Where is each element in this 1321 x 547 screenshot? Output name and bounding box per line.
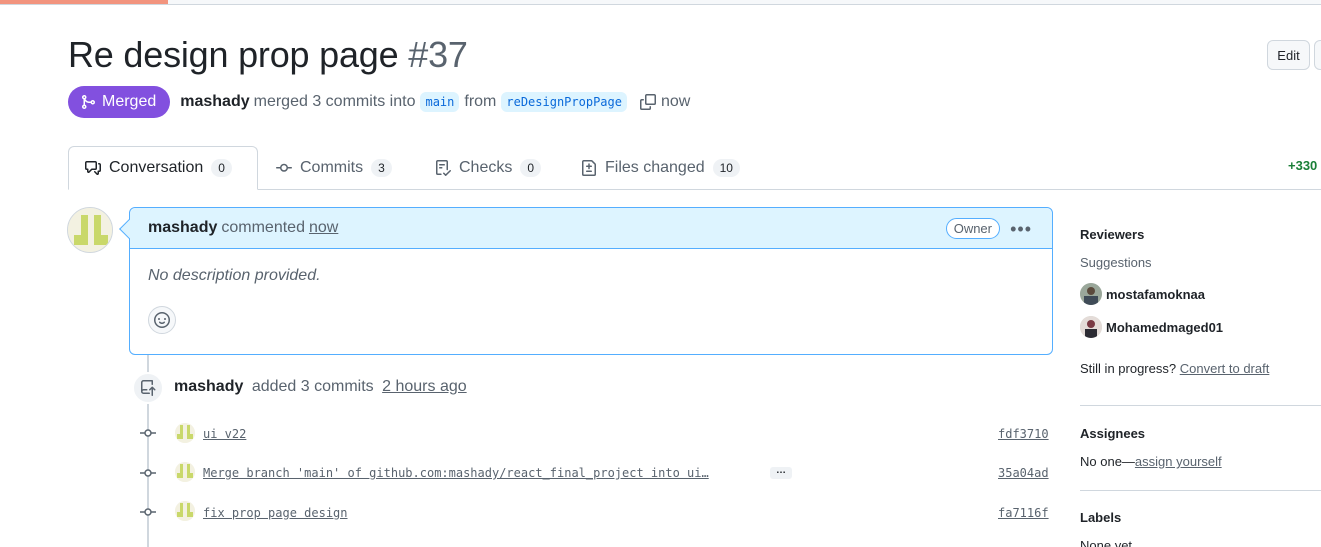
commit-message-link[interactable]: Merge branch 'main' of github.com:mashad… bbox=[203, 466, 759, 480]
tab-files-changed-count: 10 bbox=[712, 159, 740, 177]
comment-options-icon[interactable]: ••• bbox=[1010, 219, 1032, 240]
commit-sha-link[interactable]: fdf3710 bbox=[998, 427, 1049, 441]
event-action: added 3 commits bbox=[251, 378, 374, 395]
pr-author-link[interactable]: mashady bbox=[180, 93, 249, 111]
reviewers-heading[interactable]: Reviewers bbox=[1080, 227, 1144, 242]
commit-message-link[interactable]: fix prop page design bbox=[203, 506, 348, 520]
reviewer-name[interactable]: Mohamedmaged01 bbox=[1106, 320, 1223, 335]
commit-author-avatar[interactable] bbox=[175, 501, 195, 521]
suggestions-label: Suggestions bbox=[1080, 255, 1152, 270]
merge-description: merged 3 commits into bbox=[253, 93, 416, 110]
commit-sha-link[interactable]: fa7116f bbox=[998, 506, 1049, 520]
file-diff-icon bbox=[582, 160, 596, 176]
tab-commits[interactable]: Commits 3 bbox=[260, 146, 408, 190]
tab-checks-label: Checks bbox=[459, 159, 513, 176]
git-merge-icon bbox=[82, 95, 96, 109]
assignees-none: No one— bbox=[1080, 454, 1135, 469]
from-text: from bbox=[464, 93, 497, 110]
git-commit-icon bbox=[140, 469, 156, 477]
labels-value: None yet bbox=[1080, 538, 1133, 547]
convert-to-draft-link[interactable]: Convert to draft bbox=[1180, 361, 1270, 376]
suggested-reviewer: Mohamedmaged01 bbox=[1080, 316, 1223, 338]
expand-commit-message-button[interactable]: … bbox=[770, 466, 792, 479]
diffstat-added: +330 bbox=[1288, 158, 1318, 173]
sidebar-divider bbox=[1080, 490, 1321, 491]
progress-fill bbox=[0, 0, 168, 4]
commit-author-avatar[interactable] bbox=[175, 423, 195, 443]
commit-message-link[interactable]: ui v22 bbox=[203, 427, 246, 441]
tab-files-changed[interactable]: Files changed 10 bbox=[565, 146, 756, 190]
copy-icon[interactable] bbox=[639, 94, 656, 110]
edit-title-button[interactable]: Edit bbox=[1267, 40, 1310, 70]
sidebar-divider bbox=[1080, 405, 1321, 406]
commit-sha-link[interactable]: 35a04ad bbox=[998, 466, 1049, 480]
tab-checks-count: 0 bbox=[520, 159, 542, 177]
repo-push-icon bbox=[132, 372, 164, 404]
labels-heading[interactable]: Labels bbox=[1080, 510, 1121, 525]
checklist-icon bbox=[436, 160, 451, 176]
git-commit-icon bbox=[276, 163, 292, 172]
smiley-icon bbox=[154, 312, 170, 328]
pr-number: #37 bbox=[408, 34, 468, 75]
comment-author-avatar[interactable] bbox=[67, 207, 113, 253]
head-branch[interactable]: reDesignPropPage bbox=[501, 92, 627, 112]
top-progress-strip bbox=[0, 0, 1321, 5]
comment-time-link[interactable]: now bbox=[309, 219, 338, 237]
tab-commits-count: 3 bbox=[371, 159, 392, 177]
comment-header: mashady commented now Owner ••• bbox=[130, 208, 1052, 249]
reviewer-avatar bbox=[1080, 283, 1102, 305]
comment-body: No description provided. bbox=[148, 267, 321, 284]
git-commit-icon bbox=[140, 429, 156, 437]
commit-author-avatar[interactable] bbox=[175, 462, 195, 482]
merged-state-label: Merged bbox=[102, 93, 157, 110]
base-branch[interactable]: main bbox=[420, 92, 460, 112]
comment-card: mashady commented now Owner ••• No descr… bbox=[119, 207, 1053, 355]
event-time-link[interactable]: 2 hours ago bbox=[382, 378, 467, 395]
add-reaction-button[interactable] bbox=[148, 306, 176, 334]
merge-time: now bbox=[660, 93, 691, 110]
reviewer-avatar bbox=[1080, 316, 1102, 338]
git-commit-icon bbox=[140, 508, 156, 516]
merged-state-badge: Merged bbox=[68, 86, 171, 118]
tab-conversation-count: 0 bbox=[211, 159, 232, 177]
event-author-link[interactable]: mashady bbox=[174, 378, 243, 395]
assignees-heading[interactable]: Assignees bbox=[1080, 426, 1145, 441]
tab-conversation-label: Conversation bbox=[109, 159, 204, 176]
code-button[interactable] bbox=[1314, 40, 1321, 70]
assign-yourself-link[interactable]: assign yourself bbox=[1135, 454, 1222, 469]
tab-checks[interactable]: Checks 0 bbox=[419, 146, 557, 190]
assignees-row: No one—assign yourself bbox=[1080, 454, 1222, 469]
tab-files-changed-label: Files changed bbox=[605, 159, 705, 176]
comment-author-link[interactable]: mashady bbox=[148, 219, 217, 237]
draft-prompt-row: Still in progress? Convert to draft bbox=[1080, 361, 1269, 376]
pr-title: Re design prop page #37 bbox=[68, 34, 468, 76]
reviewer-name[interactable]: mostafamoknaa bbox=[1106, 287, 1205, 302]
commits-added-event: mashady added 3 commits 2 hours ago bbox=[174, 378, 467, 396]
comment-discussion-icon bbox=[85, 161, 101, 175]
suggested-reviewer: mostafamoknaa bbox=[1080, 283, 1205, 305]
owner-badge: Owner bbox=[945, 218, 1000, 239]
pr-title-text: Re design prop page bbox=[68, 34, 399, 75]
comment-action: commented bbox=[221, 219, 305, 236]
tab-commits-label: Commits bbox=[300, 159, 364, 176]
tab-conversation[interactable]: Conversation 0 bbox=[68, 146, 258, 190]
draft-prompt: Still in progress? bbox=[1080, 361, 1177, 376]
pr-meta-row: Merged mashady merged 3 commits into mai… bbox=[68, 86, 690, 118]
